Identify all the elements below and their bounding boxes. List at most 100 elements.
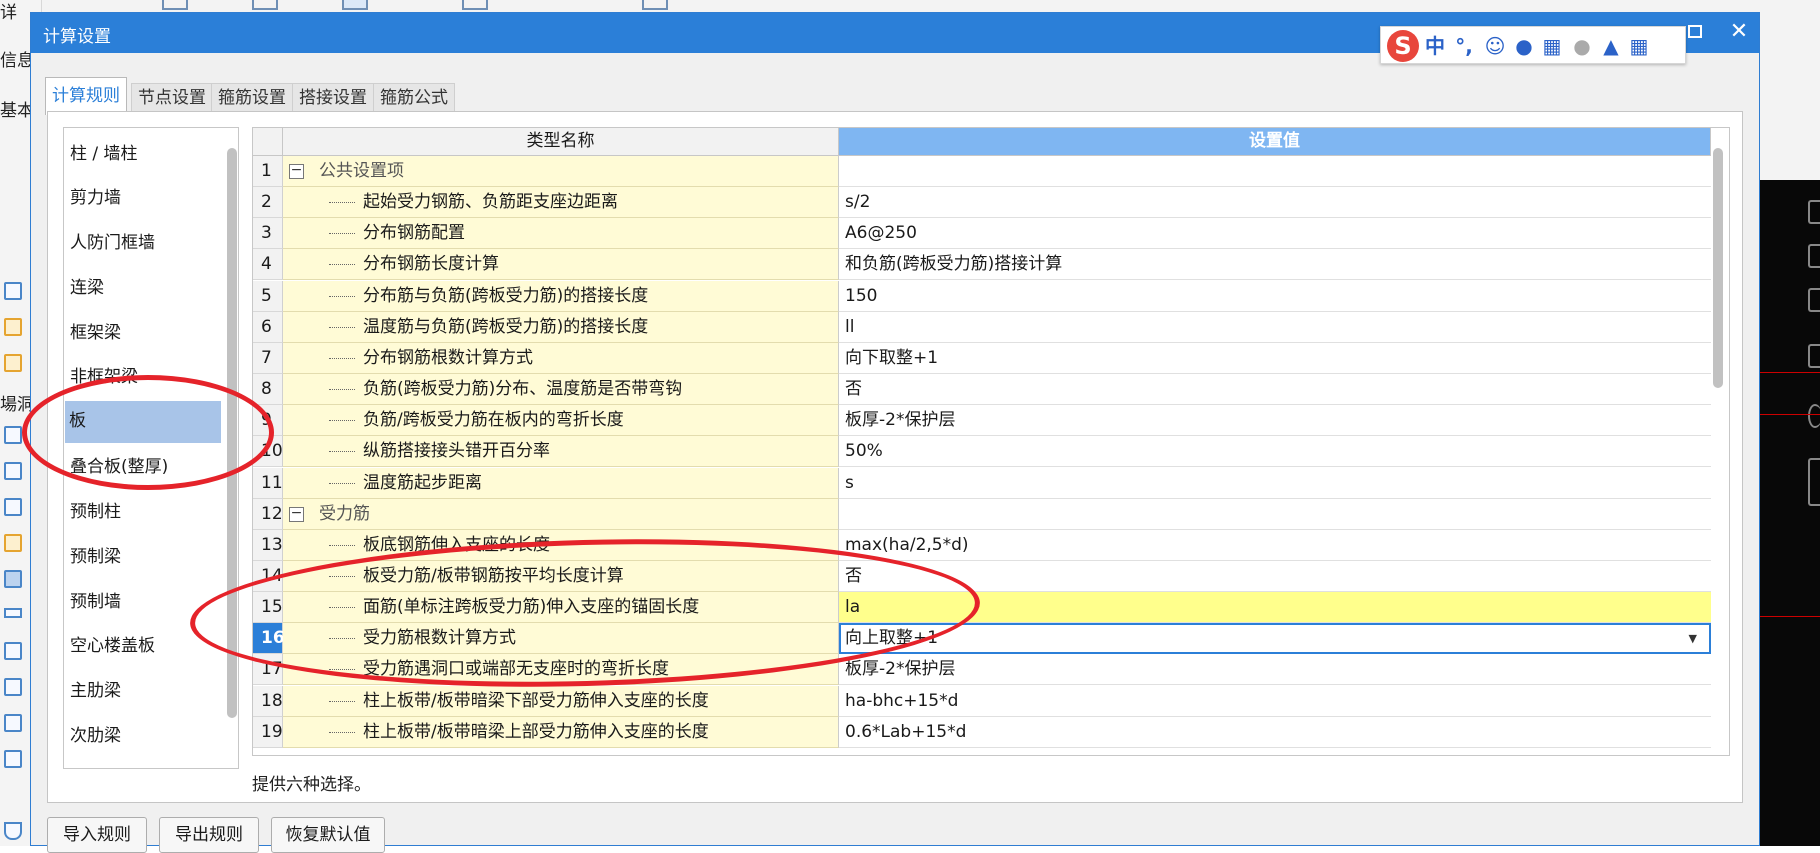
view-icon[interactable] — [1808, 244, 1820, 268]
setting-value-dropdown[interactable]: 向上取整+1 ▼ — [839, 623, 1711, 655]
grid-row[interactable]: 4 分布钢筋长度计算 和负筋(跨板受力筋)搭接计算 — [253, 249, 1711, 281]
close-button[interactable]: ✕ — [1726, 18, 1752, 46]
beam-icon[interactable] — [4, 608, 22, 618]
setting-value-cell[interactable]: 向下取整+1 — [839, 342, 1711, 374]
grid-row[interactable]: 6 温度筋与负筋(跨板受力筋)的搭接长度 ll — [253, 311, 1711, 343]
setting-value-cell[interactable]: ll — [839, 311, 1711, 343]
setting-value-cell[interactable]: s/2 — [839, 187, 1711, 219]
view-icon[interactable] — [1808, 344, 1820, 368]
grid-corner-header — [253, 128, 283, 156]
column-header-type-name[interactable]: 类型名称 — [283, 128, 839, 156]
type-name-cell: 柱上板带/板带暗梁上部受力筋伸入支座的长度 — [283, 716, 839, 748]
column-header-setting-value[interactable]: 设置值 — [839, 128, 1711, 156]
filter-icon[interactable] — [4, 822, 22, 840]
category-item[interactable]: 连梁 — [70, 270, 218, 308]
grid-icon[interactable] — [4, 462, 22, 480]
wall-icon[interactable] — [4, 714, 22, 732]
description-text: 提供六种选择。 — [252, 775, 371, 795]
tab-lap-settings[interactable]: 搭接设置 — [292, 83, 374, 113]
wall-icon[interactable] — [4, 498, 22, 516]
grid-vertical-scrollbar[interactable] — [1713, 148, 1723, 388]
beam-icon[interactable] — [4, 570, 22, 588]
maximize-button[interactable] — [1688, 25, 1702, 38]
setting-value-cell[interactable]: 板厚-2*保护层 — [839, 405, 1711, 437]
grid-row[interactable]: 18 柱上板带/板带暗梁下部受力筋伸入支座的长度 ha-bhc+15*d — [253, 685, 1711, 717]
category-item[interactable]: 预制梁 — [70, 539, 218, 577]
setting-value-cell[interactable]: s — [839, 467, 1711, 499]
ime-logo-icon[interactable]: S — [1387, 30, 1419, 62]
toolbar-icon[interactable] — [462, 0, 488, 10]
slab-icon[interactable] — [4, 354, 22, 372]
grid-row[interactable]: 9 负筋/跨板受力筋在板内的弯折长度 板厚-2*保护层 — [253, 405, 1711, 437]
setting-value-cell[interactable]: 50% — [839, 436, 1711, 468]
setting-value-text: 150 — [845, 285, 878, 306]
setting-value-cell[interactable]: max(ha/2,5*d) — [839, 529, 1711, 561]
tab-stirrup-settings[interactable]: 箍筋设置 — [211, 83, 293, 113]
chevron-down-icon[interactable]: ▼ — [1689, 625, 1697, 652]
tab-node-settings[interactable]: 节点设置 — [131, 83, 213, 113]
user-icon[interactable]: ● — [1571, 33, 1593, 59]
grid-row[interactable]: 3 分布钢筋配置 A6@250 — [253, 218, 1711, 250]
beam-icon[interactable] — [4, 318, 22, 336]
category-item[interactable]: 柱 / 墙柱 — [70, 136, 218, 174]
grid-row[interactable]: 11 温度筋起步距离 s — [253, 467, 1711, 499]
export-rules-button[interactable]: 导出规则 — [159, 817, 259, 853]
setting-value-cell[interactable] — [839, 498, 1711, 530]
cube-icon[interactable] — [4, 282, 22, 300]
restore-defaults-button[interactable]: 恢复默认值 — [271, 817, 385, 853]
collapse-icon[interactable]: − — [289, 163, 304, 179]
category-item[interactable]: 主肋梁 — [70, 673, 218, 711]
view-icon[interactable] — [1808, 458, 1820, 506]
import-rules-button[interactable]: 导入规则 — [47, 817, 147, 853]
grid-row[interactable]: 7 分布钢筋根数计算方式 向下取整+1 — [253, 342, 1711, 374]
background-drawing-canvas — [1760, 180, 1820, 846]
grid-row[interactable]: 8 负筋(跨板受力筋)分布、温度筋是否带弯钩 否 — [253, 374, 1711, 406]
toolbar-icon[interactable] — [642, 0, 668, 10]
toolbar-icon[interactable] — [162, 0, 188, 10]
category-item[interactable]: 剪力墙 — [70, 180, 218, 218]
grid-row[interactable]: 5 分布筋与负筋(跨板受力筋)的搭接长度 150 — [253, 280, 1711, 312]
column-icon[interactable] — [4, 426, 22, 444]
type-name-cell: 分布钢筋配置 — [283, 218, 839, 250]
tab-calc-rules[interactable]: 计算规则 — [45, 77, 127, 115]
setting-value-text: A6@250 — [845, 223, 917, 244]
grid-group-row[interactable]: 1− 公共设置项 — [253, 156, 1711, 187]
toolbar-icon[interactable] — [252, 0, 278, 10]
ime-language-toggle[interactable]: 中 — [1423, 33, 1447, 59]
setting-value-cell[interactable] — [839, 156, 1711, 187]
view-icon[interactable] — [1808, 200, 1820, 224]
setting-value-cell[interactable]: 150 — [839, 280, 1711, 312]
setting-value-cell[interactable]: 和负筋(跨板受力筋)搭接计算 — [839, 249, 1711, 281]
mic-icon[interactable]: ● — [1513, 33, 1535, 59]
category-item[interactable]: 框架梁 — [70, 315, 218, 353]
view-icon[interactable] — [1808, 288, 1820, 312]
collapse-icon[interactable]: − — [289, 506, 304, 522]
skin-icon[interactable]: ▲ — [1599, 33, 1623, 59]
setting-value-cell[interactable]: 0.6*Lab+15*d — [839, 716, 1711, 748]
column-icon[interactable] — [4, 642, 22, 660]
setting-value-cell[interactable]: 板厚-2*保护层 — [839, 654, 1711, 686]
setting-value-cell[interactable]: ha-bhc+15*d — [839, 685, 1711, 717]
emoji-icon[interactable]: ☺ — [1483, 33, 1507, 59]
bg-left-text: 详 — [0, 3, 17, 23]
setting-value-text: ha-bhc+15*d — [845, 690, 959, 711]
category-item[interactable]: 人防门框墙 — [70, 225, 218, 263]
grid-row[interactable]: 2 起始受力钢筋、负筋距支座边距离 s/2 — [253, 187, 1711, 219]
ime-punctuation-toggle[interactable]: °, — [1451, 33, 1477, 59]
toolbar-icon[interactable] — [342, 0, 368, 10]
setting-value-cell[interactable]: A6@250 — [839, 218, 1711, 250]
category-item[interactable]: 预制柱 — [70, 494, 218, 532]
grid-icon[interactable]: ▦ — [1627, 33, 1651, 59]
category-item[interactable]: 次肋梁 — [70, 718, 218, 756]
setting-value-cell[interactable]: 否 — [839, 374, 1711, 406]
row-number: 2 — [253, 187, 283, 219]
tab-stirrup-formula[interactable]: 箍筋公式 — [373, 83, 455, 113]
grid-row[interactable]: 19 柱上板带/板带暗梁上部受力筋伸入支座的长度 0.6*Lab+15*d — [253, 716, 1711, 748]
keyboard-icon[interactable]: ▦ — [1539, 33, 1565, 59]
view-icon[interactable] — [1808, 404, 1820, 428]
house-icon[interactable] — [4, 678, 22, 696]
column-icon[interactable] — [4, 750, 22, 768]
grid-row[interactable]: 10 纵筋搭接接头错开百分率 50% — [253, 436, 1711, 468]
slab-icon[interactable] — [4, 534, 22, 552]
grid-group-row[interactable]: 12− 受力筋 — [253, 498, 1711, 530]
